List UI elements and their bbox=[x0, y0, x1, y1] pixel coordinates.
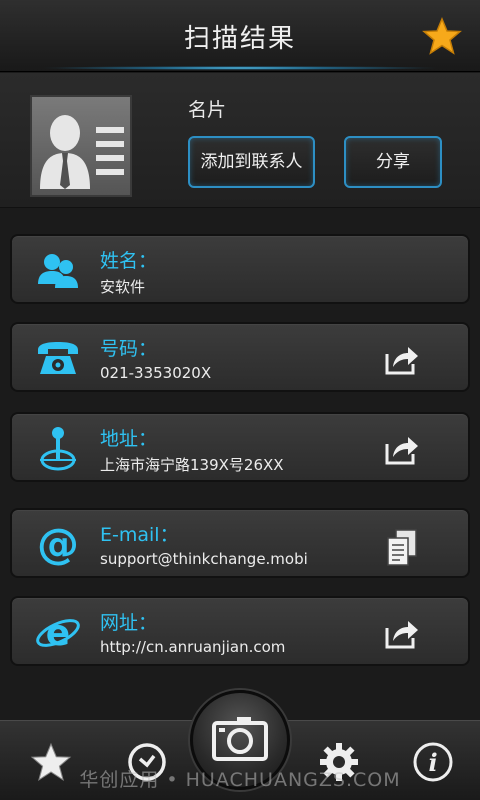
favorite-star-button[interactable] bbox=[422, 16, 462, 56]
copy-icon bbox=[387, 529, 417, 566]
phone-label: 号码： bbox=[100, 338, 158, 360]
telephone-icon bbox=[34, 334, 82, 382]
business-card-icon bbox=[30, 95, 132, 197]
name-value: 安软件 bbox=[100, 278, 146, 296]
address-share-button[interactable] bbox=[384, 432, 420, 466]
internet-explorer-icon: e bbox=[34, 608, 82, 656]
share-button[interactable]: 分享 bbox=[344, 136, 442, 188]
share-arrow-icon bbox=[385, 347, 418, 375]
add-to-contacts-button[interactable]: 添加到联系人 bbox=[188, 136, 315, 188]
title-bar: 扫描结果 bbox=[0, 0, 480, 72]
address-label: 地址： bbox=[100, 428, 158, 450]
website-row[interactable]: e 网址： http://cn.anruanjian.com bbox=[10, 596, 470, 666]
phone-share-button[interactable] bbox=[384, 342, 420, 376]
phone-value: 021-3353020X bbox=[100, 364, 212, 382]
address-row[interactable]: 地址： 上海市海宁路139X号26XX bbox=[10, 412, 470, 482]
share-arrow-icon bbox=[385, 437, 418, 465]
at-sign-icon: @ bbox=[34, 519, 82, 568]
name-row[interactable]: 姓名： 安软件 bbox=[10, 234, 470, 304]
svg-text:@: @ bbox=[37, 520, 79, 568]
card-summary: 名片 添加到联系人 分享 bbox=[0, 73, 480, 208]
email-value: support@thinkchange.mobi bbox=[100, 550, 308, 568]
contacts-icon bbox=[34, 246, 82, 294]
name-label: 姓名： bbox=[100, 250, 158, 272]
website-label: 网址： bbox=[100, 612, 158, 634]
email-label: E-mail： bbox=[100, 524, 179, 546]
page-title: 扫描结果 bbox=[183, 24, 296, 54]
email-copy-button[interactable] bbox=[384, 528, 420, 566]
watermark: 华创应用 • HUACHUANGZS.COM bbox=[79, 769, 401, 791]
website-share-button[interactable] bbox=[384, 616, 420, 650]
share-arrow-icon bbox=[385, 621, 418, 649]
email-row[interactable]: @ E-mail： support@thinkchange.mobi bbox=[10, 508, 470, 578]
website-value: http://cn.anruanjian.com bbox=[100, 638, 286, 656]
svg-text:e: e bbox=[46, 613, 70, 654]
address-value: 上海市海宁路139X号26XX bbox=[100, 456, 284, 474]
card-type-title: 名片 bbox=[188, 99, 227, 121]
header-glow bbox=[40, 66, 440, 70]
location-pin-icon bbox=[34, 424, 82, 472]
star-icon bbox=[422, 17, 462, 55]
phone-row[interactable]: 号码： 021-3353020X bbox=[10, 322, 470, 392]
